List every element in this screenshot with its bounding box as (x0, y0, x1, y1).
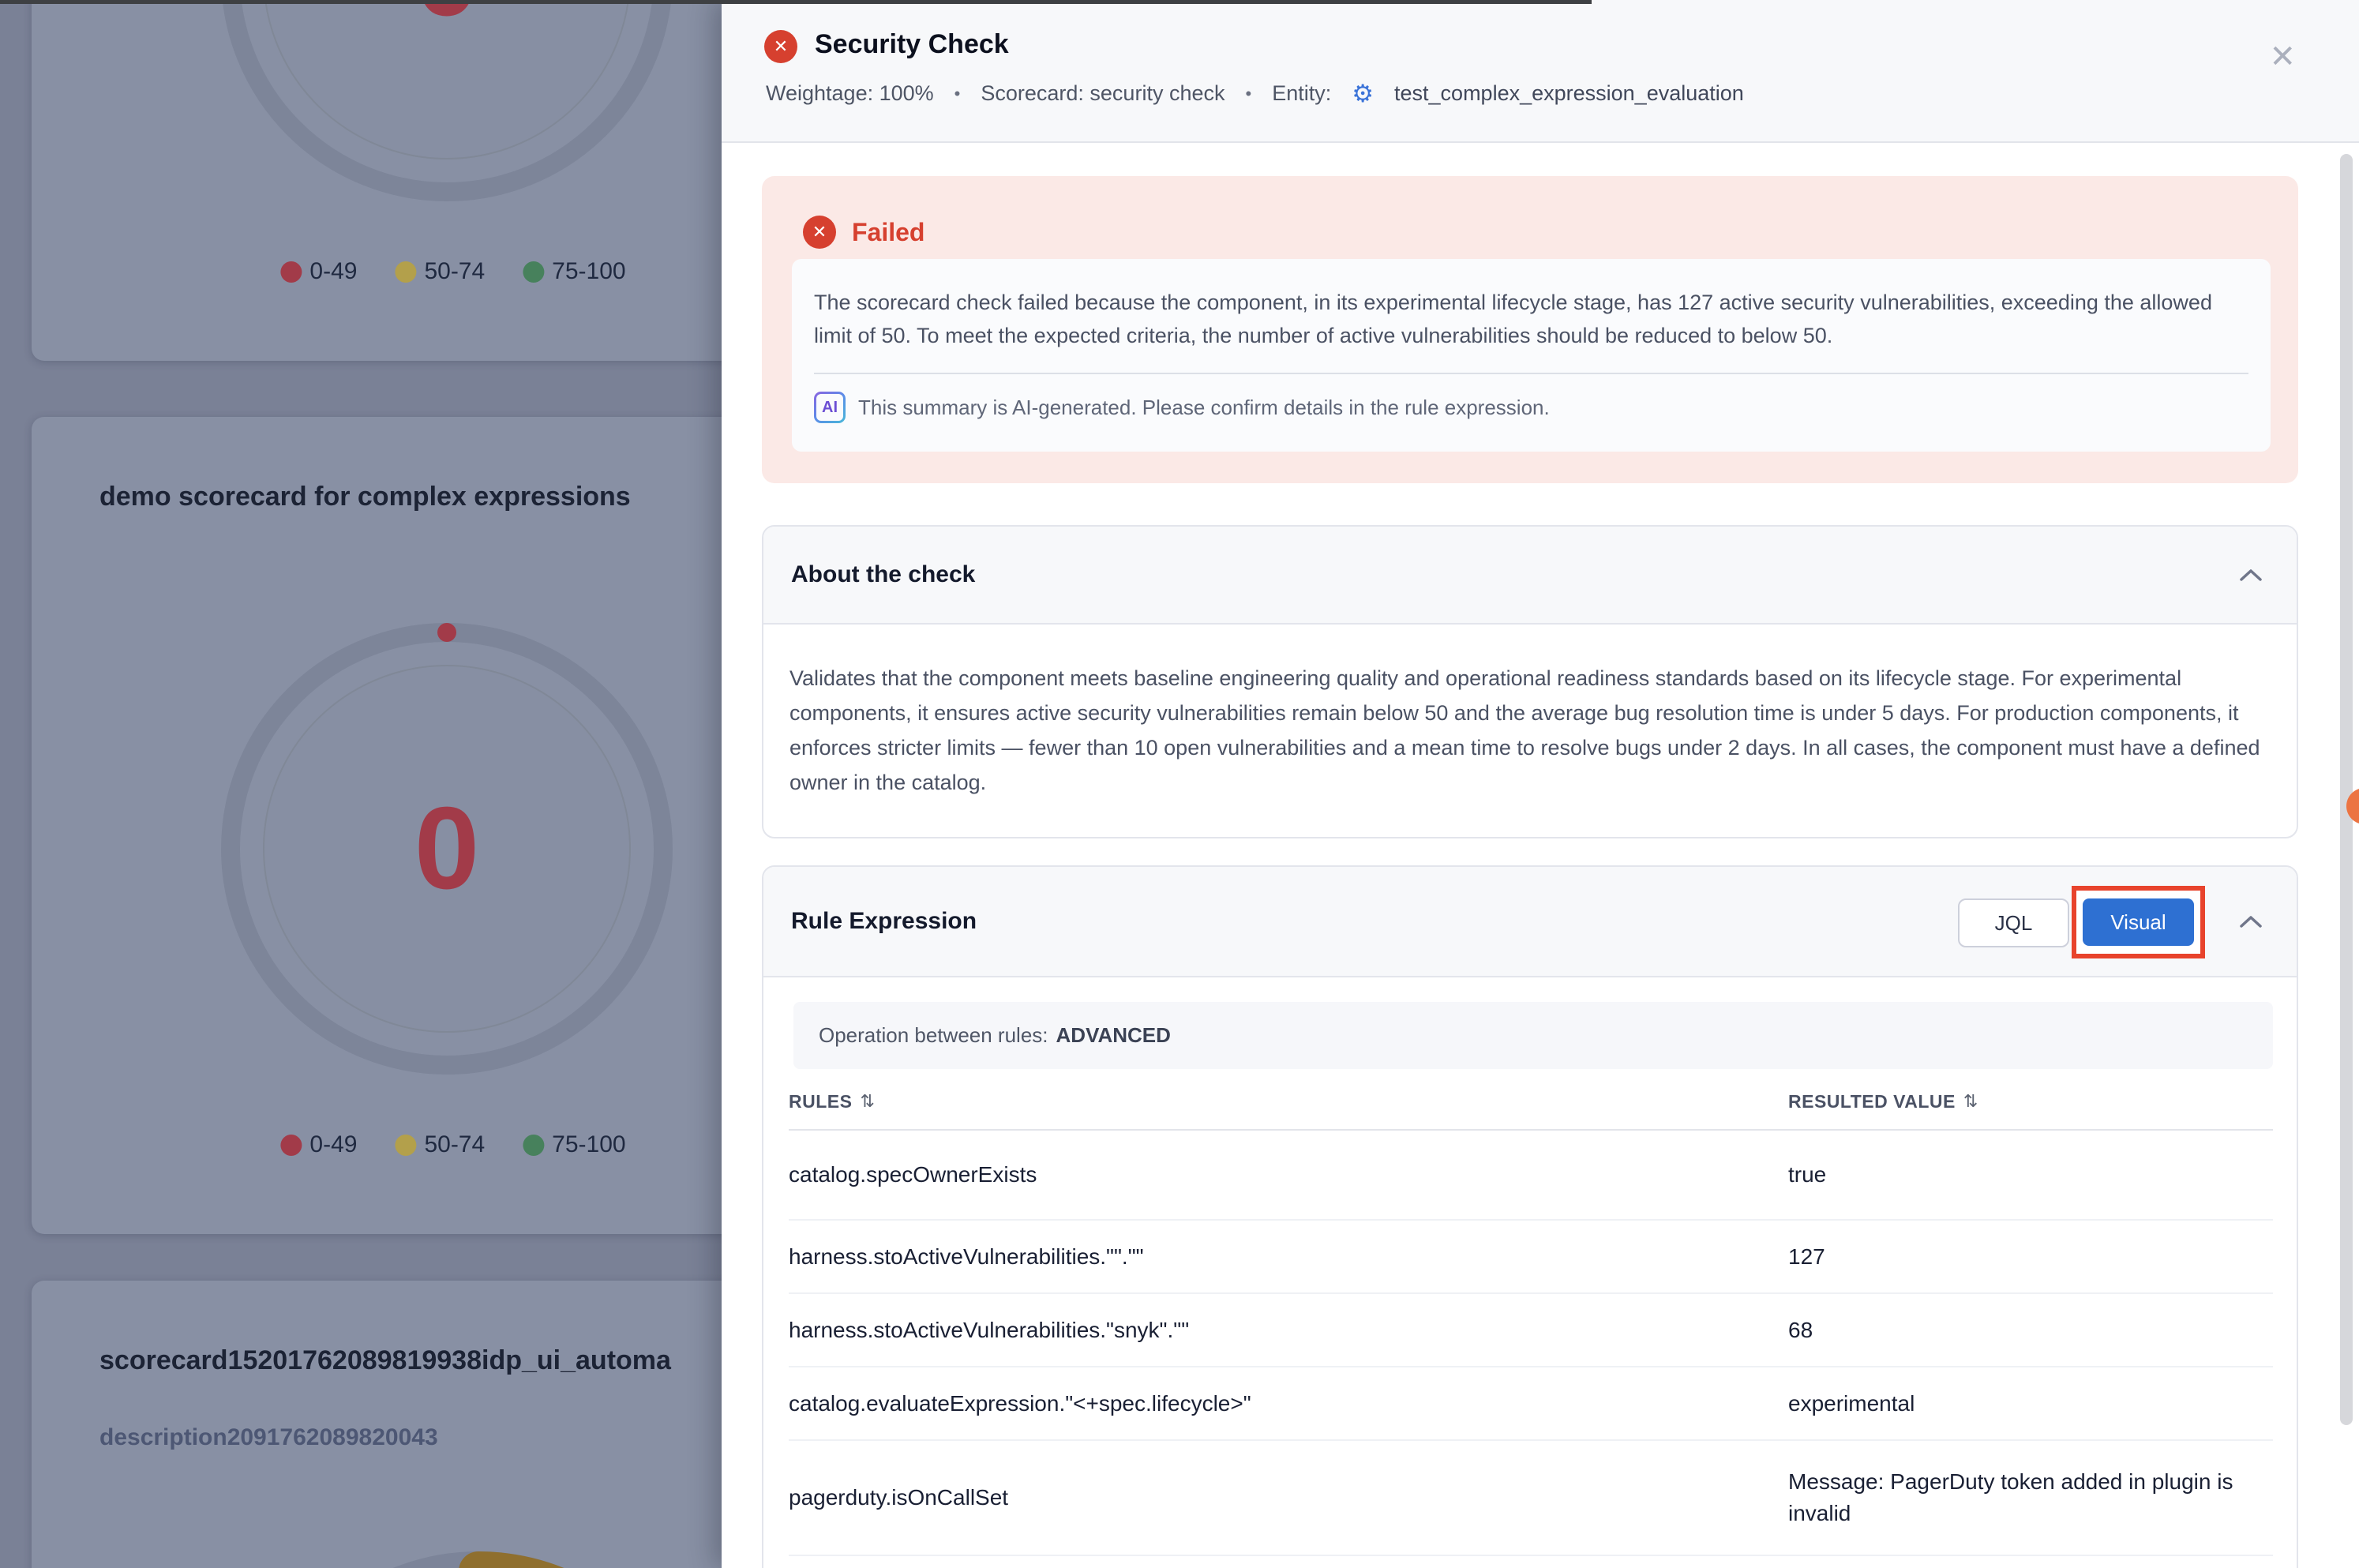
failed-status-icon: ✕ (764, 30, 797, 63)
scorecard-title: demo scorecard for complex expressions (99, 482, 631, 512)
legend-dot-yellow (395, 261, 416, 283)
rule-cell: harness.stoActiveVulnerabilities.""."" (789, 1244, 1788, 1270)
drawer-title: Security Check (815, 29, 1009, 60)
entity-gear-icon: ⚙ (1352, 81, 1374, 106)
legend-item: 75-100 (523, 258, 625, 285)
failed-status-row: ✕ Failed (803, 216, 924, 249)
legend-item: 50-74 (395, 258, 485, 285)
ai-icon: AI (814, 392, 846, 423)
column-label: RULES (789, 1091, 852, 1112)
failed-banner: ✕ Failed The scorecard check failed beca… (762, 176, 2298, 483)
divider (814, 373, 2248, 374)
scorecard-description: description2091762089820043 (99, 1424, 438, 1451)
separator-dot: • (1245, 84, 1251, 104)
legend-label: 75-100 (552, 258, 625, 285)
table-row: harness.stoActiveVulnerabilities."snyk".… (789, 1294, 2273, 1367)
scorecard-card-3: scorecard15201762089819938idp_ui_automa … (32, 1281, 833, 1568)
score-gauge: 0 (210, 0, 684, 212)
scorecard-label: Scorecard: security check (981, 81, 1225, 106)
failed-x-icon: ✕ (803, 216, 836, 249)
ai-badge-text: AI (816, 394, 843, 421)
close-icon[interactable]: ✕ (2269, 41, 2296, 73)
value-cell: 127 (1788, 1241, 2273, 1273)
entity-name-link[interactable]: test_complex_expression_evaluation (1394, 81, 1744, 106)
legend-item: 0-49 (280, 1131, 357, 1158)
legend-label: 50-74 (424, 258, 485, 285)
gauge-rings (218, 1520, 739, 1568)
legend-label: 50-74 (424, 1131, 485, 1158)
legend-label: 0-49 (309, 258, 357, 285)
x-glyph: ✕ (774, 36, 788, 57)
legend-dot-red (280, 261, 302, 283)
drawer-scrollbar-thumb[interactable] (2340, 154, 2353, 1425)
value-cell: true (1788, 1159, 2273, 1191)
security-check-drawer: ✕ Security Check Weightage: 100% • Score… (722, 0, 2359, 1568)
x-glyph: ✕ (812, 222, 827, 242)
about-body-text: Validates that the component meets basel… (763, 625, 2297, 800)
score-gauge (218, 1520, 692, 1568)
legend-item: 50-74 (395, 1131, 485, 1158)
value-cell: Message: PagerDuty token added in plugin… (1788, 1466, 2273, 1529)
scorecard-card-1: 0 0-49 50-74 75-100 (32, 0, 833, 361)
rule-cell: catalog.evaluateExpression."<+spec.lifec… (789, 1391, 1788, 1416)
sort-icon[interactable]: ⇅ (860, 1091, 875, 1112)
score-legend: 0-49 50-74 75-100 (280, 258, 625, 285)
check-meta-row: Weightage: 100% • Scorecard: security ch… (766, 81, 1744, 106)
score-legend: 0-49 50-74 75-100 (280, 1131, 625, 1158)
column-header-rules[interactable]: RULES ⇅ (789, 1091, 1788, 1112)
legend-label: 75-100 (552, 1131, 625, 1158)
table-row: catalog.evaluateExpression."<+spec.lifec… (789, 1367, 2273, 1441)
table-row: catalog.specOwnerExists true (789, 1131, 2273, 1221)
rule-expression-header: Rule Expression JQL Visual (763, 867, 2297, 977)
gauge-score-value: 0 (210, 0, 684, 212)
operation-label: Operation between rules: (819, 1023, 1048, 1048)
about-section: About the check Validates that the compo… (762, 525, 2298, 838)
chevron-up-icon[interactable] (2240, 568, 2262, 581)
table-header-row: RULES ⇅ RESULTED VALUE ⇅ (789, 1074, 2273, 1131)
legend-dot-yellow (395, 1135, 416, 1156)
legend-item: 0-49 (280, 258, 357, 285)
about-title: About the check (791, 561, 975, 588)
gauge-score-value: 0 (210, 612, 684, 1086)
operation-value: ADVANCED (1056, 1023, 1171, 1048)
rules-table: RULES ⇅ RESULTED VALUE ⇅ catalog.specOwn… (789, 1074, 2273, 1556)
value-cell: experimental (1788, 1388, 2273, 1420)
separator-dot: • (954, 84, 961, 104)
screen: 0 0-49 50-74 75-100 demo scorecard for c (0, 0, 2359, 1568)
jql-button[interactable]: JQL (1958, 898, 2069, 947)
rule-cell: harness.stoActiveVulnerabilities."snyk".… (789, 1318, 1788, 1343)
failed-summary-text: The scorecard check failed because the c… (814, 286, 2248, 352)
weightage-label: Weightage: 100% (766, 81, 934, 106)
ai-note-row: AI This summary is AI-generated. Please … (814, 392, 2248, 423)
entity-label: Entity: (1272, 81, 1331, 106)
score-gauge: 0 (210, 612, 684, 1086)
failed-summary-card: The scorecard check failed because the c… (792, 259, 2271, 452)
about-header[interactable]: About the check (763, 527, 2297, 625)
view-toggle-group: JQL Visual (763, 867, 2297, 976)
top-edge-strip (0, 0, 1592, 4)
legend-item: 75-100 (523, 1131, 625, 1158)
scorecard-card-2: demo scorecard for complex expressions 0… (32, 417, 833, 1234)
table-row: harness.stoActiveVulnerabilities.""."" 1… (789, 1221, 2273, 1294)
legend-dot-green (523, 261, 544, 283)
rule-cell: catalog.specOwnerExists (789, 1162, 1788, 1187)
drawer-header: ✕ Security Check Weightage: 100% • Score… (722, 0, 2359, 143)
legend-dot-green (523, 1135, 544, 1156)
value-cell: 68 (1788, 1315, 2273, 1346)
column-label: RESULTED VALUE (1788, 1086, 1956, 1117)
failed-label: Failed (852, 218, 924, 247)
chevron-up-icon[interactable] (2240, 915, 2262, 928)
ai-note-text: This summary is AI-generated. Please con… (858, 396, 1550, 420)
table-row: pagerduty.isOnCallSet Message: PagerDuty… (789, 1441, 2273, 1556)
column-header-resulted-value[interactable]: RESULTED VALUE ⇅ (1788, 1086, 2273, 1117)
rule-cell: pagerduty.isOnCallSet (789, 1485, 1788, 1510)
operation-between-rules: Operation between rules: ADVANCED (793, 1002, 2273, 1069)
legend-label: 0-49 (309, 1131, 357, 1158)
sort-icon[interactable]: ⇅ (1963, 1086, 1978, 1117)
legend-dot-red (280, 1135, 302, 1156)
visual-button[interactable]: Visual (2083, 898, 2194, 946)
scorecard-title: scorecard15201762089819938idp_ui_automa (99, 1345, 671, 1376)
rule-expression-section: Rule Expression JQL Visual Operation bet… (762, 865, 2298, 1568)
